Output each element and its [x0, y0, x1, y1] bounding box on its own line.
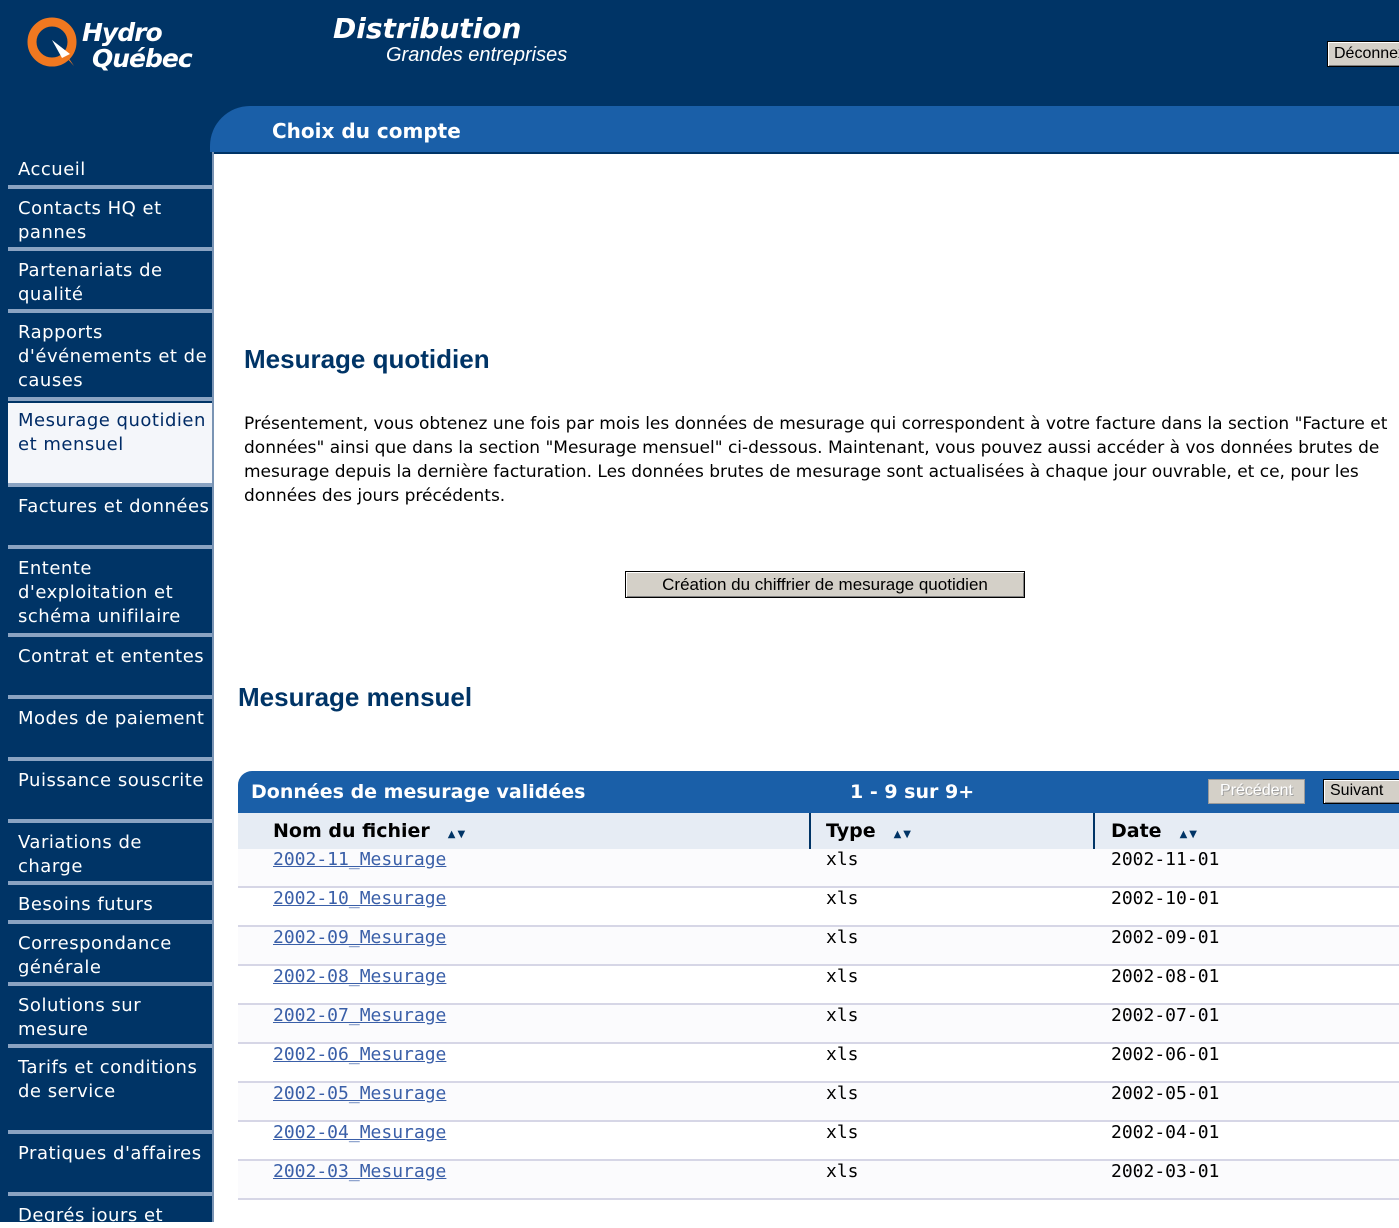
file-type: xls	[826, 888, 859, 909]
table-row: 2002-11_Mesurage xls 2002-11-01	[238, 849, 1399, 888]
sidebar-item-variations[interactable]: Variations de charge	[8, 825, 212, 885]
table-header-bar: Données de mesurage validées 1 - 9 sur 9…	[238, 771, 1399, 813]
logout-button[interactable]: Déconnexion	[1327, 41, 1399, 67]
file-link[interactable]: 2002-06_Mesurage	[273, 1044, 446, 1065]
sidebar-item-contacts[interactable]: Contacts HQ et pannes	[8, 191, 212, 251]
table-body: 2002-11_Mesurage xls 2002-11-01 2002-10_…	[238, 849, 1399, 1200]
table-title: Données de mesurage validées	[251, 781, 586, 803]
sidebar-item-puissance[interactable]: Puissance souscrite	[8, 763, 212, 823]
hydro-quebec-q-icon	[27, 17, 77, 67]
sidebar-item-pratiques[interactable]: Pratiques d'affaires	[8, 1136, 212, 1196]
column-header-date[interactable]: Date ▲▼	[1111, 813, 1199, 849]
file-type: xls	[826, 1005, 859, 1026]
section-titlebar: Choix du compte	[210, 106, 1399, 152]
table-row: 2002-08_Mesurage xls 2002-08-01	[238, 966, 1399, 1005]
sidebar-item-mesurage[interactable]: Mesurage quotidien et mensuel	[8, 403, 212, 487]
table-row: 2002-06_Mesurage xls 2002-06-01	[238, 1044, 1399, 1083]
file-type: xls	[826, 966, 859, 987]
column-divider	[809, 813, 811, 849]
file-type: xls	[826, 927, 859, 948]
sidebar-item-partenariats[interactable]: Partenariats de qualité	[8, 253, 212, 313]
top-header: Hydro Québec Distribution Grandes entrep…	[0, 0, 1399, 106]
file-link[interactable]: 2002-09_Mesurage	[273, 927, 446, 948]
file-link[interactable]: 2002-03_Mesurage	[273, 1161, 446, 1182]
file-date: 2002-06-01	[1111, 1044, 1220, 1065]
logo-text-quebec: Québec	[92, 44, 193, 73]
file-link[interactable]: 2002-11_Mesurage	[273, 849, 446, 870]
sort-arrows-icon[interactable]: ▲▼	[448, 829, 467, 840]
file-date: 2002-04-01	[1111, 1122, 1220, 1143]
file-date: 2002-08-01	[1111, 966, 1220, 987]
file-type: xls	[826, 1044, 859, 1065]
file-date: 2002-09-01	[1111, 927, 1220, 948]
column-header-date-label: Date	[1111, 820, 1162, 842]
logo-text-hydro: Hydro	[82, 18, 163, 47]
file-date: 2002-07-01	[1111, 1005, 1220, 1026]
file-link[interactable]: 2002-10_Mesurage	[273, 888, 446, 909]
column-header-type-label: Type	[826, 820, 876, 842]
file-link[interactable]: 2002-05_Mesurage	[273, 1083, 446, 1104]
sort-arrows-icon[interactable]: ▲▼	[1180, 829, 1199, 840]
hydro-quebec-logo[interactable]: Hydro Québec	[26, 14, 216, 74]
column-header-type[interactable]: Type ▲▼	[826, 813, 913, 849]
monthly-data-table: Données de mesurage validées 1 - 9 sur 9…	[238, 771, 1399, 1200]
file-type: xls	[826, 1083, 859, 1104]
daily-intro-text: Présentement, vous obtenez une fois par …	[244, 414, 1388, 506]
file-type: xls	[826, 1161, 859, 1182]
sidebar-item-solutions[interactable]: Solutions sur mesure	[8, 988, 212, 1048]
previous-page-button: Précédent	[1208, 779, 1305, 804]
file-link[interactable]: 2002-04_Mesurage	[273, 1122, 446, 1143]
daily-heading: Mesurage quotidien	[244, 344, 490, 374]
sidebar-item-correspondance[interactable]: Correspondance générale	[8, 926, 212, 986]
file-date: 2002-11-01	[1111, 849, 1220, 870]
file-date: 2002-10-01	[1111, 888, 1220, 909]
pagination-range: 1 - 9 sur 9+	[850, 781, 975, 803]
site-title: Distribution	[333, 12, 522, 45]
file-date: 2002-05-01	[1111, 1083, 1220, 1104]
sort-arrows-icon[interactable]: ▲▼	[894, 829, 913, 840]
sidebar-item-besoins[interactable]: Besoins futurs	[8, 887, 212, 924]
create-daily-spreadsheet-button[interactable]: Création du chiffrier de mesurage quotid…	[625, 571, 1025, 598]
table-row: 2002-03_Mesurage xls 2002-03-01	[238, 1161, 1399, 1200]
sidebar-item-rapports[interactable]: Rapports d'événements et de causes	[8, 315, 212, 401]
column-headers: Nom du fichier ▲▼ Type ▲▼ Date ▲▼	[238, 813, 1399, 849]
file-date: 2002-03-01	[1111, 1161, 1220, 1182]
file-link[interactable]: 2002-08_Mesurage	[273, 966, 446, 987]
file-link[interactable]: 2002-07_Mesurage	[273, 1005, 446, 1026]
sidebar-item-accueil[interactable]: Accueil	[8, 152, 212, 189]
file-type: xls	[826, 849, 859, 870]
column-header-filename[interactable]: Nom du fichier ▲▼	[273, 813, 467, 849]
table-row: 2002-09_Mesurage xls 2002-09-01	[238, 927, 1399, 966]
site-subtitle: Grandes entreprises	[386, 44, 568, 66]
sidebar-item-factures[interactable]: Factures et données	[8, 489, 212, 549]
sidebar-item-paiement[interactable]: Modes de paiement	[8, 701, 212, 761]
table-row: 2002-07_Mesurage xls 2002-07-01	[238, 1005, 1399, 1044]
sidebar-nav: Accueil Contacts HQ et pannes Partenaria…	[0, 152, 214, 1226]
table-row: 2002-05_Mesurage xls 2002-05-01	[238, 1083, 1399, 1122]
sidebar-item-contrat[interactable]: Contrat et ententes	[8, 639, 212, 699]
sidebar-item-degres[interactable]: Degrés jours et	[8, 1198, 212, 1228]
sidebar-item-entente[interactable]: Entente d'exploitation et schéma unifila…	[8, 551, 212, 637]
table-row: 2002-04_Mesurage xls 2002-04-01	[238, 1122, 1399, 1161]
file-type: xls	[826, 1122, 859, 1143]
section-title: Choix du compte	[272, 119, 461, 143]
table-row: 2002-10_Mesurage xls 2002-10-01	[238, 888, 1399, 927]
next-page-button[interactable]: Suivant	[1323, 779, 1399, 804]
column-header-filename-label: Nom du fichier	[273, 820, 430, 842]
monthly-heading: Mesurage mensuel	[238, 682, 473, 712]
main-content: Mesurage quotidien Présentement, vous ob…	[212, 152, 1399, 1222]
sidebar-item-tarifs[interactable]: Tarifs et conditions de service	[8, 1050, 212, 1134]
column-divider	[1093, 813, 1095, 849]
